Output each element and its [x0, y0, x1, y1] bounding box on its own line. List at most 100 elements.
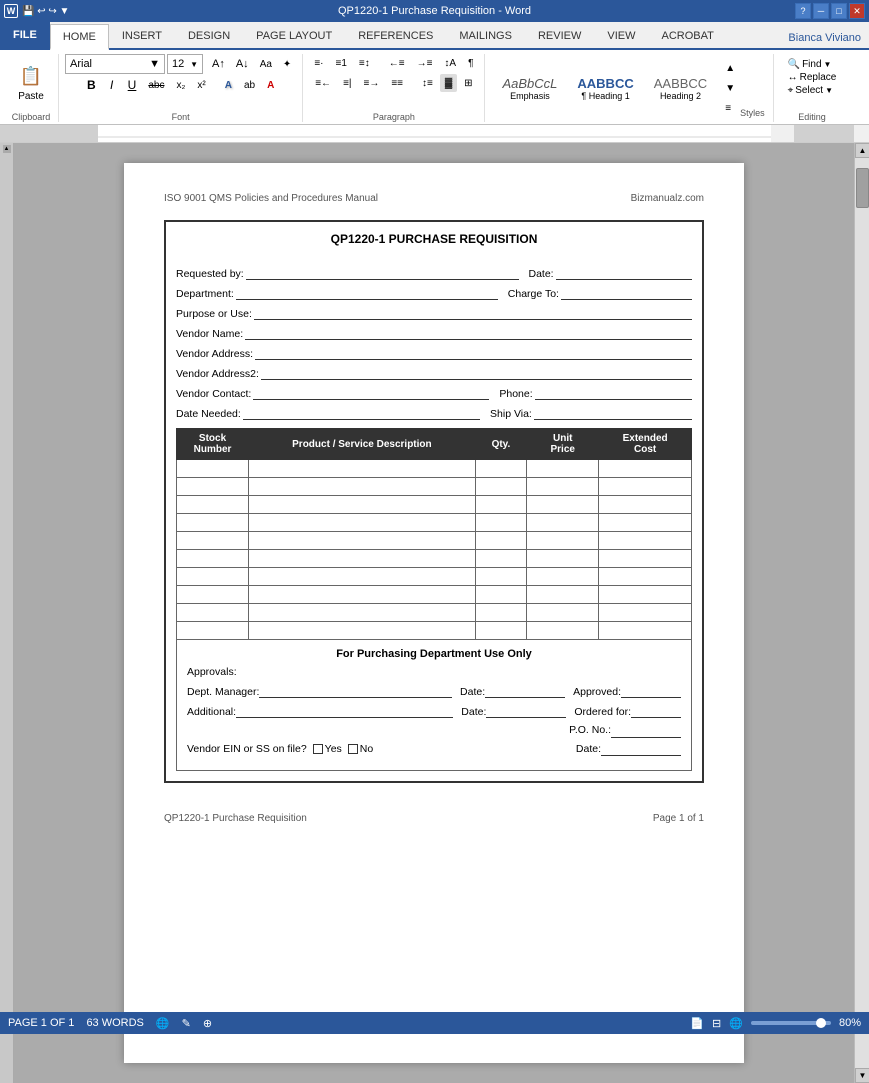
clear-format-btn[interactable]: ✦: [278, 55, 296, 73]
tab-insert[interactable]: INSERT: [109, 22, 175, 48]
tab-mailings[interactable]: MAILINGS: [446, 22, 525, 48]
style-heading2[interactable]: AABBCC Heading 2: [645, 73, 716, 104]
superscript-btn[interactable]: x²: [192, 76, 210, 94]
font-name-box[interactable]: Arial ▼: [65, 54, 165, 74]
purchase-requisition-form: QP1220-1 PURCHASE REQUISITION Requested …: [164, 220, 704, 783]
tab-review[interactable]: REVIEW: [525, 22, 594, 48]
select-dropdown: ▼: [825, 86, 833, 95]
tab-design[interactable]: DESIGN: [175, 22, 243, 48]
decrease-indent-btn[interactable]: ←≡: [384, 54, 410, 72]
scroll-track[interactable]: [855, 158, 869, 1068]
zoom-thumb[interactable]: [816, 1018, 826, 1028]
find-btn[interactable]: 🔍 Find ▼: [788, 58, 837, 71]
style-heading1[interactable]: AABBCC ¶ Heading 1: [568, 73, 642, 104]
styles-scroll-down[interactable]: ▼: [720, 79, 740, 97]
table-cell: [475, 586, 527, 604]
multilevel-list-btn[interactable]: ≡↕: [354, 54, 375, 72]
tab-page-layout[interactable]: PAGE LAYOUT: [243, 22, 345, 48]
view-fullscreen-btn[interactable]: ⊟: [712, 1017, 721, 1030]
style-emphasis[interactable]: AaBbCcL Emphasis: [493, 73, 566, 104]
show-formatting-btn[interactable]: ¶: [463, 54, 478, 72]
find-icon: 🔍: [788, 59, 800, 70]
table-cell: [599, 568, 692, 586]
table-row: [177, 550, 692, 568]
table-row: [177, 568, 692, 586]
bold-btn[interactable]: B: [82, 76, 101, 94]
strikethrough-btn[interactable]: abc: [143, 76, 169, 94]
font-size-box[interactable]: 12 ▼: [167, 54, 203, 74]
align-right-btn[interactable]: ≡→: [359, 74, 385, 92]
bullet-list-btn[interactable]: ≡·: [309, 54, 328, 72]
line-date: [556, 266, 692, 280]
footer-vendor-ein-row: Vendor EIN or SS on file? Yes No Date:: [187, 742, 681, 756]
subscript-btn[interactable]: x₂: [171, 76, 190, 94]
styles-scroll-up[interactable]: ▲: [720, 59, 740, 77]
text-effects-btn[interactable]: A: [220, 76, 237, 94]
table-cell: [475, 550, 527, 568]
increase-indent-btn[interactable]: →≡: [412, 54, 438, 72]
sort-btn[interactable]: ↕A: [439, 54, 461, 72]
table-cell: [177, 478, 249, 496]
col-description: Product / Service Description: [249, 429, 476, 460]
table-cell: [599, 622, 692, 640]
tab-references[interactable]: REFERENCES: [345, 22, 446, 48]
table-cell: [475, 478, 527, 496]
scroll-up-btn[interactable]: ▲: [855, 143, 869, 158]
table-cell: [475, 514, 527, 532]
scroll-down-btn[interactable]: ▼: [855, 1068, 869, 1083]
line-dept-date: [485, 684, 565, 698]
help-btn[interactable]: ?: [795, 3, 811, 19]
text-highlight-btn[interactable]: ab: [239, 76, 260, 94]
font-dropdown-icon[interactable]: ▼: [149, 58, 160, 70]
status-right: 📄 ⊟ 🌐 80%: [690, 1017, 861, 1030]
scroll-thumb[interactable]: [856, 168, 869, 208]
view-web-btn[interactable]: 🌐: [729, 1017, 743, 1030]
table-cell: [249, 460, 476, 478]
tab-acrobat[interactable]: ACROBAT: [648, 22, 726, 48]
label-ship-via: Ship Via:: [490, 408, 532, 420]
close-btn[interactable]: ✕: [849, 3, 865, 19]
checkbox-yes[interactable]: [313, 744, 323, 754]
scroll-right: ▲ ▼: [854, 143, 869, 1083]
page-up-btn[interactable]: ▲: [3, 145, 11, 153]
minimize-btn[interactable]: ─: [813, 3, 829, 19]
checkbox-no[interactable]: [348, 744, 358, 754]
line-spacing-btn[interactable]: ↕≡: [417, 74, 438, 92]
italic-btn[interactable]: I: [103, 76, 121, 94]
label-phone: Phone:: [499, 388, 532, 400]
tab-file[interactable]: FILE: [0, 20, 50, 48]
label-yes: Yes: [325, 743, 342, 755]
table-cell: [527, 532, 599, 550]
justify-btn[interactable]: ≡≡: [386, 74, 408, 92]
table-cell: [599, 514, 692, 532]
table-cell: [527, 496, 599, 514]
change-case-btn[interactable]: Aa: [255, 55, 277, 73]
select-btn[interactable]: ⌖ Select ▼: [788, 84, 837, 97]
label-date: Date:: [529, 268, 554, 280]
table-row: [177, 496, 692, 514]
numbered-list-btn[interactable]: ≡1: [330, 54, 351, 72]
borders-btn[interactable]: ⊞: [459, 74, 477, 92]
font-grow-btn[interactable]: A↑: [207, 55, 230, 73]
line-department: [236, 286, 498, 300]
styles-more[interactable]: ≡: [720, 99, 740, 117]
shading-btn[interactable]: ▓: [440, 74, 457, 92]
underline-btn[interactable]: U: [123, 76, 142, 94]
zoom-slider[interactable]: [751, 1021, 831, 1025]
replace-btn[interactable]: ↔ Replace: [788, 71, 837, 84]
tab-view[interactable]: VIEW: [594, 22, 648, 48]
header-right: Bizmanualz.com: [631, 193, 704, 204]
align-left-btn[interactable]: ≡←: [310, 74, 336, 92]
maximize-btn[interactable]: □: [831, 3, 847, 19]
font-size-dropdown-icon[interactable]: ▼: [190, 60, 198, 69]
align-center-btn[interactable]: ≡|: [338, 74, 356, 92]
label-department: Department:: [176, 288, 234, 300]
paste-button[interactable]: 📋 Paste: [10, 54, 52, 110]
ruler-margin-right: [794, 125, 854, 142]
tab-home[interactable]: HOME: [50, 24, 109, 50]
table-row: [177, 478, 692, 496]
status-accessibility-icon: ⊕: [203, 1017, 212, 1030]
font-shrink-btn[interactable]: A↓: [231, 55, 254, 73]
font-color-btn[interactable]: A: [262, 76, 279, 94]
view-print-btn[interactable]: 📄: [690, 1017, 704, 1030]
